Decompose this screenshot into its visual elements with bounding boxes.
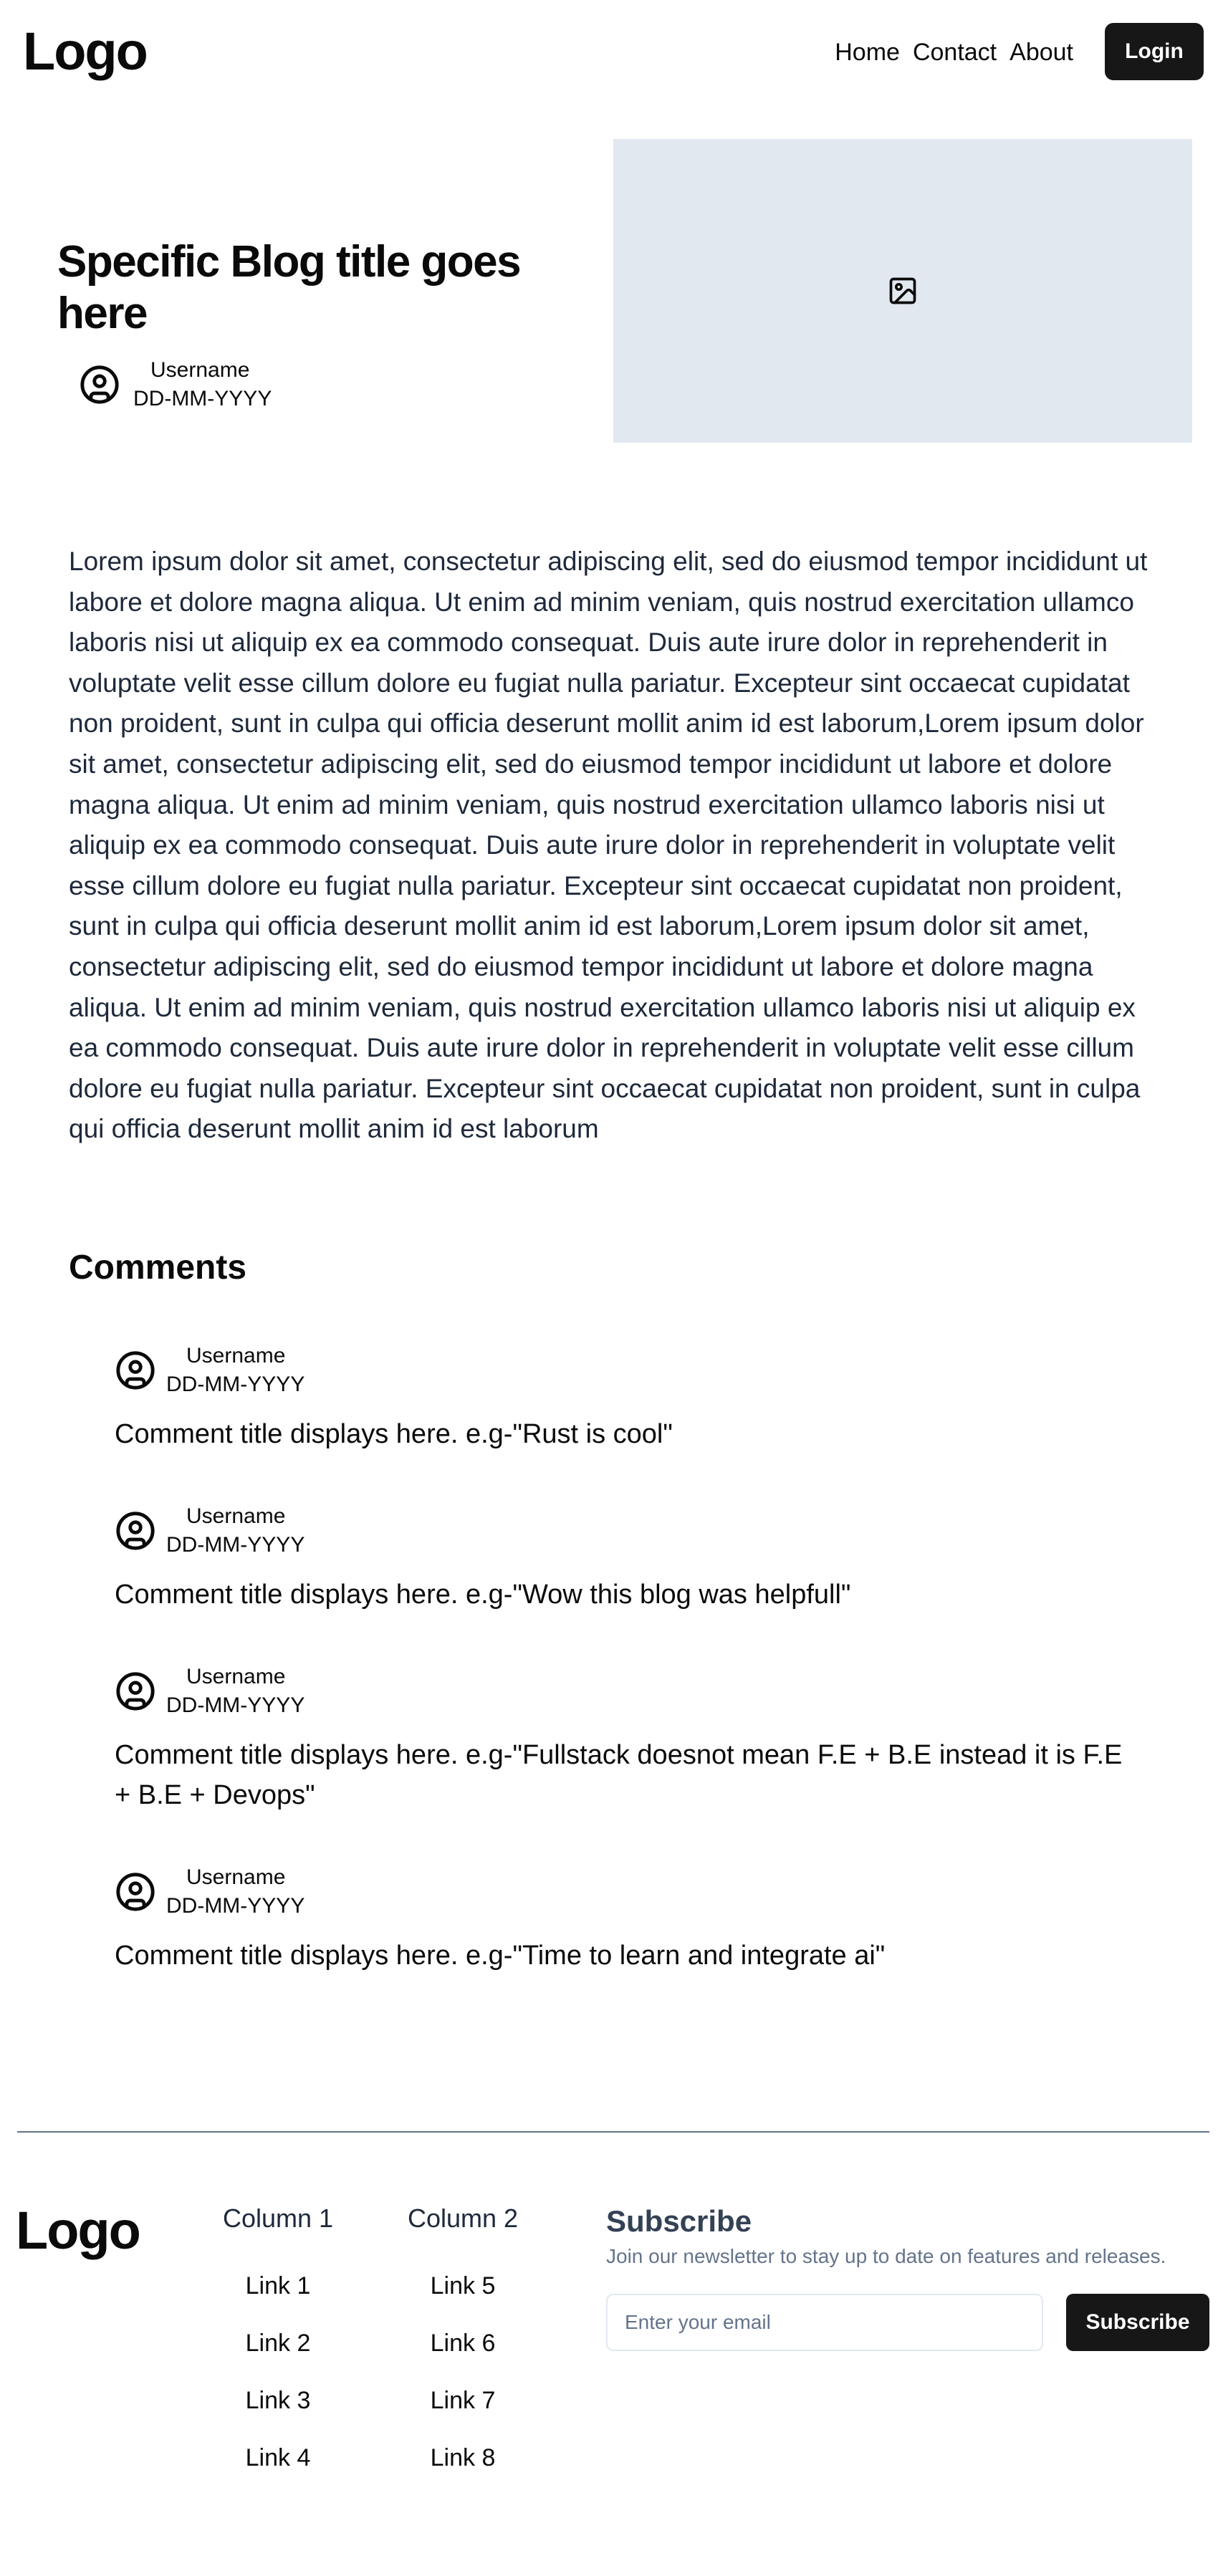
user-circle-icon (80, 365, 119, 404)
comments-heading: Comments (69, 1249, 247, 1287)
image-icon (889, 277, 916, 304)
user-circle-icon (116, 1351, 155, 1390)
comment-username: Username (186, 1665, 286, 1688)
comment-date: DD-MM-YYYY (166, 1533, 305, 1557)
footer-logo[interactable]: Logo (16, 2198, 141, 2264)
footer-link-2[interactable]: Link 2 (199, 2328, 357, 2358)
comment-username: Username (186, 1504, 286, 1528)
author-username: Username (150, 358, 250, 382)
footer-link-6[interactable]: Link 6 (384, 2328, 542, 2358)
login-button[interactable]: Login (1105, 23, 1204, 80)
subscribe-button[interactable]: Subscribe (1066, 2294, 1209, 2351)
email-input[interactable] (606, 2294, 1043, 2351)
main-nav: Home Contact About (835, 37, 1073, 67)
footer-link-8[interactable]: Link 8 (384, 2443, 542, 2473)
header-logo[interactable]: Logo (23, 19, 148, 85)
post-author: Username DD-MM-YYYY (79, 357, 308, 414)
nav-home-link[interactable]: Home (835, 37, 900, 67)
subscribe-description: Join our newsletter to stay up to date o… (606, 2245, 1166, 2267)
site-header: Logo Home Contact About Login (0, 0, 1218, 105)
subscribe-title: Subscribe (606, 2204, 752, 2238)
nav-about-link[interactable]: About (1010, 37, 1073, 67)
hero-image-placeholder (613, 139, 1192, 443)
comment-username: Username (186, 1865, 286, 1889)
footer-link-3[interactable]: Link 3 (199, 2385, 357, 2416)
user-circle-icon (116, 1873, 155, 1911)
comment-text: Comment title displays here. e.g-"Rust i… (115, 1419, 673, 1449)
user-circle-icon (116, 1672, 155, 1711)
footer-link-1[interactable]: Link 1 (199, 2271, 357, 2301)
comment-text: Comment title displays here. e.g-"Wow th… (115, 1580, 851, 1610)
footer-link-7[interactable]: Link 7 (384, 2385, 542, 2416)
post-body: Lorem ipsum dolor sit amet, consectetur … (69, 547, 1148, 1144)
comment-date: DD-MM-YYYY (166, 1693, 305, 1717)
footer-link-4[interactable]: Link 4 (199, 2443, 357, 2473)
footer-link-5[interactable]: Link 5 (384, 2271, 542, 2301)
comment-date: DD-MM-YYYY (166, 1894, 305, 1918)
footer-column-title: Column 2 (407, 2203, 519, 2233)
footer-column-2: Column 2 Link 5 Link 6 Link 7 Link 8 (384, 2202, 542, 2473)
footer-column-title: Column 1 (222, 2203, 334, 2233)
comment-username: Username (186, 1344, 286, 1368)
post-date: DD-MM-YYYY (133, 387, 272, 410)
comment-date: DD-MM-YYYY (166, 1373, 305, 1396)
post-title: Specific Blog title goes here (57, 237, 522, 338)
comment-text: Comment title displays here. e.g-"Fullst… (115, 1740, 1123, 1810)
user-circle-icon (116, 1512, 155, 1550)
comment-text: Comment title displays here. e.g-"Time t… (115, 1941, 886, 1971)
nav-contact-link[interactable]: Contact (913, 37, 997, 67)
footer-divider (17, 2131, 1209, 2133)
footer-column-1: Column 1 Link 1 Link 2 Link 3 Link 4 (199, 2202, 357, 2473)
